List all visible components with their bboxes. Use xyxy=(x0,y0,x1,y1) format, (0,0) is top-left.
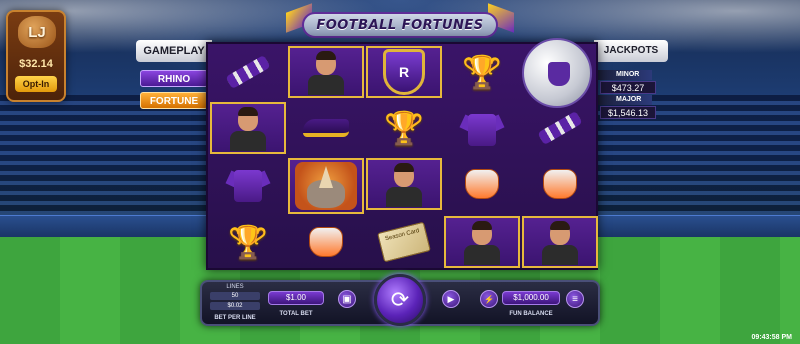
trophy-icon: 🏆 xyxy=(462,54,502,90)
chip-icon: ▣ xyxy=(342,293,352,305)
glove-icon xyxy=(465,169,499,199)
reel-symbol-trophy: 🏆 xyxy=(210,216,286,268)
lj-amount: $32.14 xyxy=(19,58,53,70)
reel-symbol-rhino xyxy=(288,158,364,214)
boot-icon xyxy=(303,119,349,137)
jersey-icon xyxy=(459,108,505,148)
menu-icon: ≡ xyxy=(572,293,578,305)
reel-symbol-glove xyxy=(288,216,364,268)
lj-badge: LJ xyxy=(28,23,46,41)
minor-jackpot-label: MINOR xyxy=(598,70,652,80)
lines-label: LINES xyxy=(226,284,244,290)
spin-button[interactable]: ⟳ xyxy=(374,274,426,326)
lines-control: LINES 50 $0.02 xyxy=(206,284,264,314)
player-icon xyxy=(462,219,502,265)
game-title: FOOTBALL FORTUNES xyxy=(316,17,484,33)
reel-symbol-player xyxy=(522,216,598,268)
reel-symbol-player xyxy=(210,102,286,154)
bet-settings-button[interactable]: ▣ xyxy=(338,290,356,308)
player-icon xyxy=(228,105,268,151)
scarf-icon xyxy=(537,110,583,146)
reel-symbol-glove xyxy=(522,158,598,210)
bet-per-line-label: BET PER LINE xyxy=(214,315,256,321)
autoplay-button[interactable]: ▶ xyxy=(442,290,460,308)
reel-symbol-crest: R xyxy=(366,46,442,98)
menu-button[interactable]: ≡ xyxy=(566,290,584,308)
reel-symbol-trophy: 🏆 xyxy=(444,46,520,98)
glove-icon xyxy=(543,169,577,199)
rhino-icon xyxy=(295,162,357,210)
season-ticket-icon: Season Card xyxy=(377,221,431,263)
football-icon xyxy=(522,38,592,108)
reel-symbol-ticket: Season Card xyxy=(366,216,442,268)
crest-icon: R xyxy=(383,49,425,95)
game-title-banner: FOOTBALL FORTUNES xyxy=(286,3,514,38)
reel-symbol-player xyxy=(366,158,442,210)
fortune-mode-button[interactable]: FORTUNE xyxy=(140,92,208,109)
total-bet-value[interactable]: $1.00 xyxy=(268,291,324,305)
reel-symbol-scarf xyxy=(522,102,598,154)
lightning-icon: ⚡ xyxy=(484,294,494,304)
money-bag-icon: LJ xyxy=(18,16,56,48)
play-icon: ▶ xyxy=(447,293,455,304)
player-icon xyxy=(384,161,424,207)
player-icon xyxy=(306,49,346,95)
reel-symbol-player xyxy=(288,46,364,98)
opt-in-button[interactable]: Opt-In xyxy=(15,76,57,92)
crest-text: R xyxy=(398,64,410,80)
trophy-icon: 🏆 xyxy=(228,224,268,260)
scarf-icon xyxy=(225,54,271,90)
ticket-text: Season Card xyxy=(384,228,421,243)
minor-jackpot-value: $473.27 xyxy=(600,81,656,94)
lj-jackpot-widget: LJ $32.14 Opt-In xyxy=(6,10,66,102)
reel-symbol-trophy: 🏆 xyxy=(366,102,442,154)
gameplay-header: GAMEPLAY xyxy=(136,40,212,62)
reel-grid: R 🏆 🏆 🏆 Season Card xyxy=(206,38,598,270)
reel-symbol-jersey xyxy=(210,158,286,210)
jackpots-header: JACKPOTS xyxy=(594,40,668,62)
reel-symbol-player xyxy=(444,216,520,268)
glove-icon xyxy=(309,227,343,257)
reel-symbol-glove xyxy=(444,158,520,210)
spin-icon: ⟳ xyxy=(390,287,410,312)
major-jackpot-value: $1,546.13 xyxy=(600,106,656,119)
clock: 09:43:58 PM xyxy=(751,334,792,341)
reel-symbol-scarf xyxy=(210,46,286,98)
major-jackpot-label: MAJOR xyxy=(598,95,652,105)
lines-value[interactable]: 50 xyxy=(210,292,260,300)
reel-symbol-jersey xyxy=(444,102,520,154)
fun-balance-value: $1,000.00 xyxy=(502,291,560,305)
rhino-mode-button[interactable]: RHINO xyxy=(140,70,208,87)
bet-per-line-value[interactable]: $0.02 xyxy=(210,302,260,310)
trophy-icon: 🏆 xyxy=(384,110,424,146)
player-icon xyxy=(540,219,580,265)
total-bet-label: TOTAL BET xyxy=(279,311,313,317)
jersey-icon xyxy=(225,164,271,204)
reel-symbol-boot xyxy=(288,102,364,154)
turbo-button[interactable]: ⚡ xyxy=(480,290,498,308)
fun-balance-label: FUN BALANCE xyxy=(509,311,553,317)
